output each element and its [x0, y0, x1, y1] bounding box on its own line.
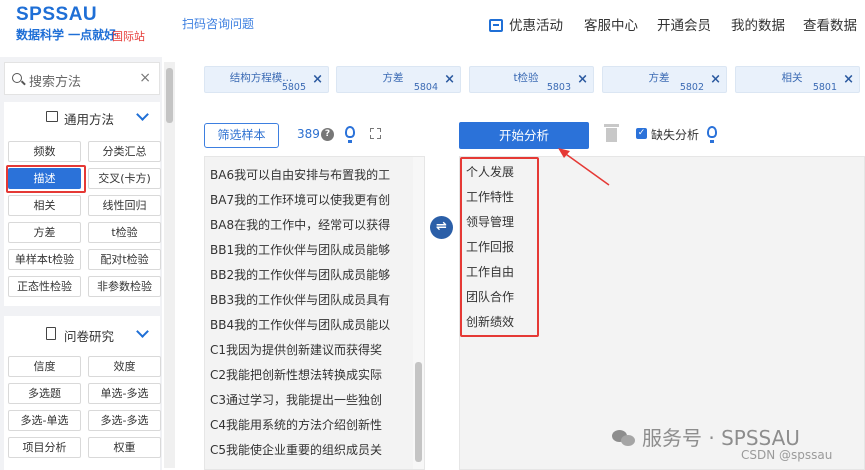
tab-number: 5804 — [413, 82, 438, 93]
watermark-text: 服务号 · SPSSAU — [642, 426, 800, 450]
tab-result-5803[interactable]: t检验 5803 × — [469, 66, 594, 93]
watermark: 服务号 · SPSSAU — [612, 422, 800, 451]
method-item-analysis[interactable]: 项目分析 — [8, 437, 81, 458]
sidebar-scroll-thumb[interactable] — [166, 68, 173, 123]
method-sidebar: 搜索方法 × 通用方法 频数 分类汇总 描述 交叉(卡方) 相关 线性回归 方差… — [0, 57, 162, 470]
variable-item[interactable]: C1我因为提供创新建议而获得奖 — [210, 341, 390, 358]
group-general-header[interactable]: 通用方法 — [4, 102, 160, 132]
variable-item[interactable]: BA8在我的工作中，经常可以获得 — [210, 216, 390, 233]
tab-result-5805[interactable]: 结构方程模... 5805 × — [204, 66, 329, 93]
nav-promotions[interactable]: 优惠活动 — [489, 14, 563, 34]
group-general-methods: 通用方法 频数 分类汇总 描述 交叉(卡方) 相关 线性回归 方差 t检验 单样… — [4, 102, 161, 306]
trash-icon[interactable] — [604, 124, 619, 142]
method-one-sample-t[interactable]: 单样本t检验 — [8, 249, 81, 270]
watermark-sub: CSDN @spssau — [741, 448, 833, 462]
nav-my-data[interactable]: 我的数据 — [731, 14, 785, 34]
help-icon[interactable]: ? — [321, 128, 334, 141]
method-correlation[interactable]: 相关 — [8, 195, 81, 216]
variable-item[interactable]: BB1我的工作伙伴与团队成员能够 — [210, 241, 390, 258]
group-questionnaire: 问卷研究 信度 效度 多选题 单选-多选 多选-单选 多选-多选 项目分析 权重 — [4, 316, 161, 470]
variable-item[interactable]: BB3我的工作伙伴与团队成员具有 — [210, 291, 390, 308]
tab-number: 5801 — [812, 82, 837, 93]
highlight-descriptive-box — [6, 165, 86, 193]
top-header: SPSSAU 数据科学 一点就好 国际站 扫码咨询问题 优惠活动 客服中心 开通… — [0, 0, 865, 52]
sidebar-scrollbar[interactable] — [164, 62, 175, 468]
logo-slogan: 数据科学 一点就好 — [16, 28, 117, 42]
tab-number: 5803 — [546, 82, 571, 93]
expand-icon[interactable] — [370, 128, 381, 139]
method-nonparametric[interactable]: 非参数检验 — [88, 276, 161, 297]
variable-item[interactable]: C4我能用系统的方法介绍创新性 — [210, 416, 390, 433]
clear-search-icon[interactable]: × — [139, 70, 151, 86]
missing-analysis-checkbox[interactable]: ✓ — [636, 128, 647, 139]
logo[interactable]: SPSSAU — [16, 4, 97, 26]
variable-item[interactable]: C2我能把创新性想法转换成实际 — [210, 366, 390, 383]
wechat-icon — [612, 428, 636, 446]
method-reliability[interactable]: 信度 — [8, 356, 81, 377]
group-general-title: 通用方法 — [64, 112, 115, 127]
method-frequency[interactable]: 频数 — [8, 141, 81, 162]
variable-item[interactable]: C5我能使企业重要的组织成员关 — [210, 441, 390, 458]
method-anova[interactable]: 方差 — [8, 222, 81, 243]
method-weight[interactable]: 权重 — [88, 437, 161, 458]
highlight-selected-box — [460, 157, 539, 337]
method-multi-choice[interactable]: 多选题 — [8, 383, 81, 404]
swap-arrows-icon[interactable]: ⇌ — [430, 216, 453, 239]
nav-view-data[interactable]: 查看数据 — [803, 14, 857, 34]
method-validity[interactable]: 效度 — [88, 356, 161, 377]
nav-membership[interactable]: 开通会员 — [657, 14, 711, 34]
promo-icon — [489, 19, 503, 32]
close-icon[interactable]: × — [843, 72, 854, 87]
method-multi-single[interactable]: 多选-单选 — [8, 410, 81, 431]
missing-analysis-label: 缺失分析 — [651, 128, 700, 142]
document-icon — [46, 327, 56, 340]
method-search-box[interactable]: 搜索方法 × — [4, 62, 160, 95]
method-group-summary[interactable]: 分类汇总 — [88, 141, 161, 162]
tab-number: 5802 — [679, 82, 704, 93]
close-icon[interactable]: × — [710, 72, 721, 87]
spssau-app: SPSSAU 数据科学 一点就好 国际站 扫码咨询问题 优惠活动 客服中心 开通… — [0, 0, 865, 470]
variable-list-scrollbar[interactable] — [413, 157, 424, 469]
chevron-down-icon[interactable] — [136, 325, 149, 338]
lightbulb-icon[interactable] — [345, 126, 355, 143]
method-single-multi[interactable]: 单选-多选 — [88, 383, 161, 404]
scan-consult-link[interactable]: 扫码咨询问题 — [182, 15, 254, 32]
method-multi-multi[interactable]: 多选-多选 — [88, 410, 161, 431]
close-icon[interactable]: × — [444, 72, 455, 87]
variable-item[interactable]: BB2我的工作伙伴与团队成员能够 — [210, 266, 390, 283]
method-normality-test[interactable]: 正态性检验 — [8, 276, 81, 297]
chevron-down-icon[interactable] — [136, 108, 149, 121]
nav-promotions-label: 优惠活动 — [509, 18, 563, 34]
group-questionnaire-title: 问卷研究 — [64, 329, 115, 344]
search-icon — [12, 73, 22, 83]
start-analysis-button[interactable]: 开始分析 — [459, 122, 589, 149]
method-search-input[interactable]: 搜索方法 — [29, 71, 81, 90]
filter-sample-button[interactable]: 筛选样本 — [204, 123, 279, 148]
variable-item[interactable]: C3通过学习，我能提出一些独创 — [210, 391, 390, 408]
tab-number: 5805 — [281, 82, 306, 93]
variable-item[interactable]: BB4我的工作伙伴与团队成员能以 — [210, 316, 390, 333]
variable-item[interactable]: BA6我可以自由安排与布置我的工 — [210, 166, 390, 183]
lightbulb-icon[interactable] — [707, 126, 717, 143]
variable-scroll-thumb[interactable] — [415, 362, 422, 462]
nav-service-center[interactable]: 客服中心 — [584, 14, 638, 34]
tab-result-5804[interactable]: 方差 5804 × — [336, 66, 461, 93]
sample-count: 389 — [297, 127, 320, 141]
method-t-test[interactable]: t检验 — [88, 222, 161, 243]
folder-icon — [46, 111, 58, 122]
method-paired-t[interactable]: 配对t检验 — [88, 249, 161, 270]
group-questionnaire-header[interactable]: 问卷研究 — [4, 319, 160, 349]
method-linear-regression[interactable]: 线性回归 — [88, 195, 161, 216]
intl-site-link[interactable]: 国际站 — [112, 28, 145, 44]
variable-list: BA6我可以自由安排与布置我的工 BA7我的工作环境可以使我更有创 BA8在我的… — [204, 156, 425, 470]
close-icon[interactable]: × — [577, 72, 588, 87]
tab-result-5801[interactable]: 相关 5801 × — [735, 66, 860, 93]
close-icon[interactable]: × — [312, 72, 323, 87]
tab-result-5802[interactable]: 方差 5802 × — [602, 66, 727, 93]
variable-item[interactable]: BA7我的工作环境可以使我更有创 — [210, 191, 390, 208]
method-crosstab[interactable]: 交叉(卡方) — [88, 168, 161, 189]
